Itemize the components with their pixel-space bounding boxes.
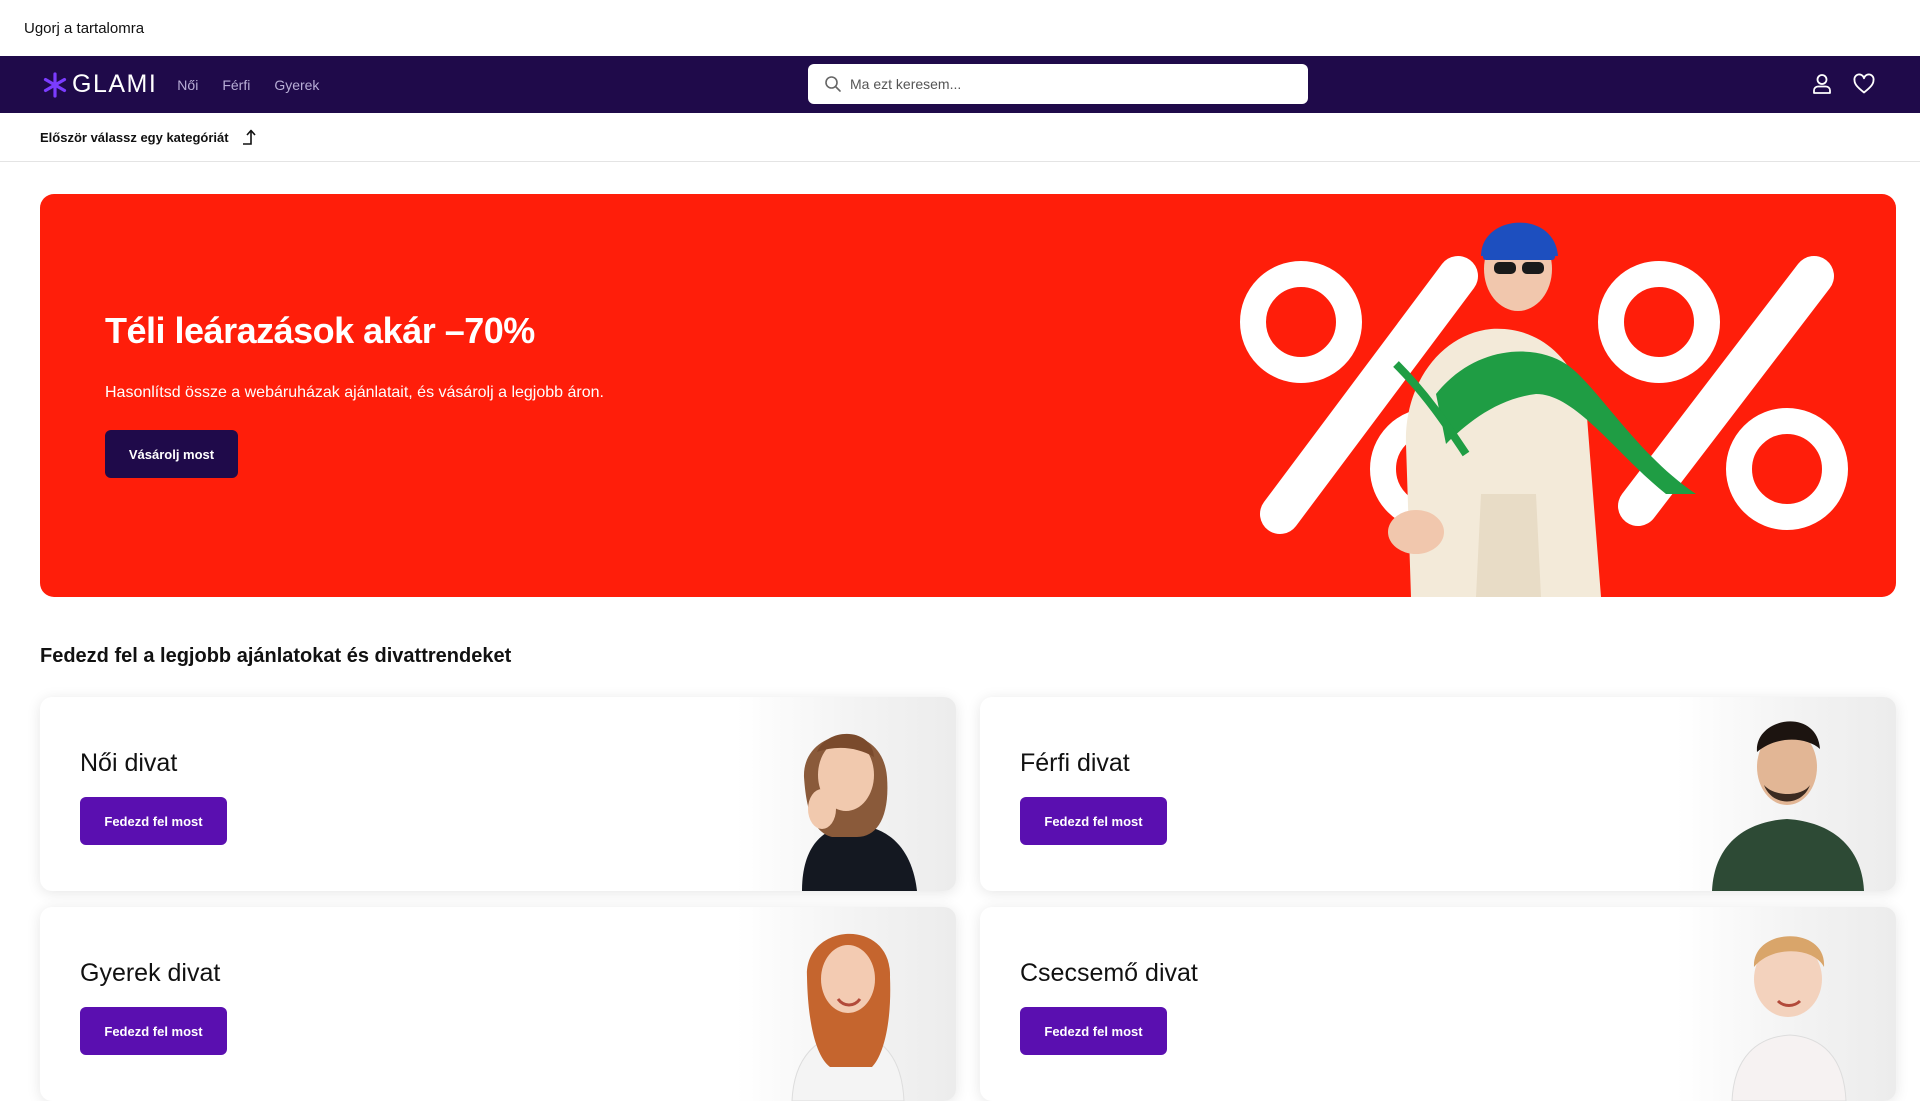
women-model-photo <box>736 697 956 891</box>
heart-icon[interactable] <box>1852 72 1876 96</box>
baby-model-photo <box>1676 907 1896 1101</box>
category-hint-bar: Először válassz egy kategóriát <box>0 113 1920 162</box>
category-card-kids[interactable]: Gyerek divat Fedezd fel most <box>40 907 956 1101</box>
men-model-photo <box>1676 697 1896 891</box>
card-title: Női divat <box>80 749 178 777</box>
kids-model-photo <box>736 907 956 1101</box>
section-title: Fedezd fel a legjobb ajánlatokat és diva… <box>40 645 512 667</box>
card-title: Férfi divat <box>1020 749 1130 777</box>
asterisk-logo-icon <box>43 71 67 98</box>
logo-wordmark: GLAMI <box>72 70 158 98</box>
explore-babies-button[interactable]: Fedezd fel most <box>1020 1007 1167 1055</box>
nav-link-men[interactable]: Férfi <box>222 77 250 93</box>
skip-to-content-link[interactable]: Ugorj a tartalomra <box>24 20 144 37</box>
search-icon <box>825 76 841 92</box>
category-card-women[interactable]: Női divat Fedezd fel most <box>40 697 956 891</box>
shop-now-button[interactable]: Vásárolj most <box>105 430 238 478</box>
nav-link-women[interactable]: Női <box>177 77 198 93</box>
category-hint-text: Először válassz egy kategóriát <box>40 129 229 145</box>
explore-kids-button[interactable]: Fedezd fel most <box>80 1007 227 1055</box>
top-navigation: GLAMI Női Férfi Gyerek <box>0 56 1920 113</box>
explore-women-button[interactable]: Fedezd fel most <box>80 797 227 845</box>
card-title: Csecsemő divat <box>1020 959 1198 987</box>
sale-percent-artwork <box>1240 222 1848 597</box>
search-input[interactable] <box>850 76 1290 92</box>
explore-men-button[interactable]: Fedezd fel most <box>1020 797 1167 845</box>
category-card-men[interactable]: Férfi divat Fedezd fel most <box>980 697 1896 891</box>
hero-subtitle: Hasonlítsd össze a webáruházak ajánlatai… <box>105 384 604 401</box>
user-actions <box>1810 72 1876 96</box>
user-icon[interactable] <box>1810 72 1834 96</box>
search-box[interactable] <box>808 64 1308 104</box>
glami-logo[interactable]: GLAMI <box>42 70 157 99</box>
nav-link-kids[interactable]: Gyerek <box>274 77 319 93</box>
skip-bar: Ugorj a tartalomra <box>0 0 1920 56</box>
category-card-babies[interactable]: Csecsemő divat Fedezd fel most <box>980 907 1896 1101</box>
hero-banner: Téli leárazások akár –70% Hasonlítsd öss… <box>40 194 1896 597</box>
card-title: Gyerek divat <box>80 959 221 987</box>
hero-title: Téli leárazások akár –70% <box>105 310 535 351</box>
main-nav-links: Női Férfi Gyerek <box>177 77 343 93</box>
arrow-up-icon <box>242 129 256 145</box>
